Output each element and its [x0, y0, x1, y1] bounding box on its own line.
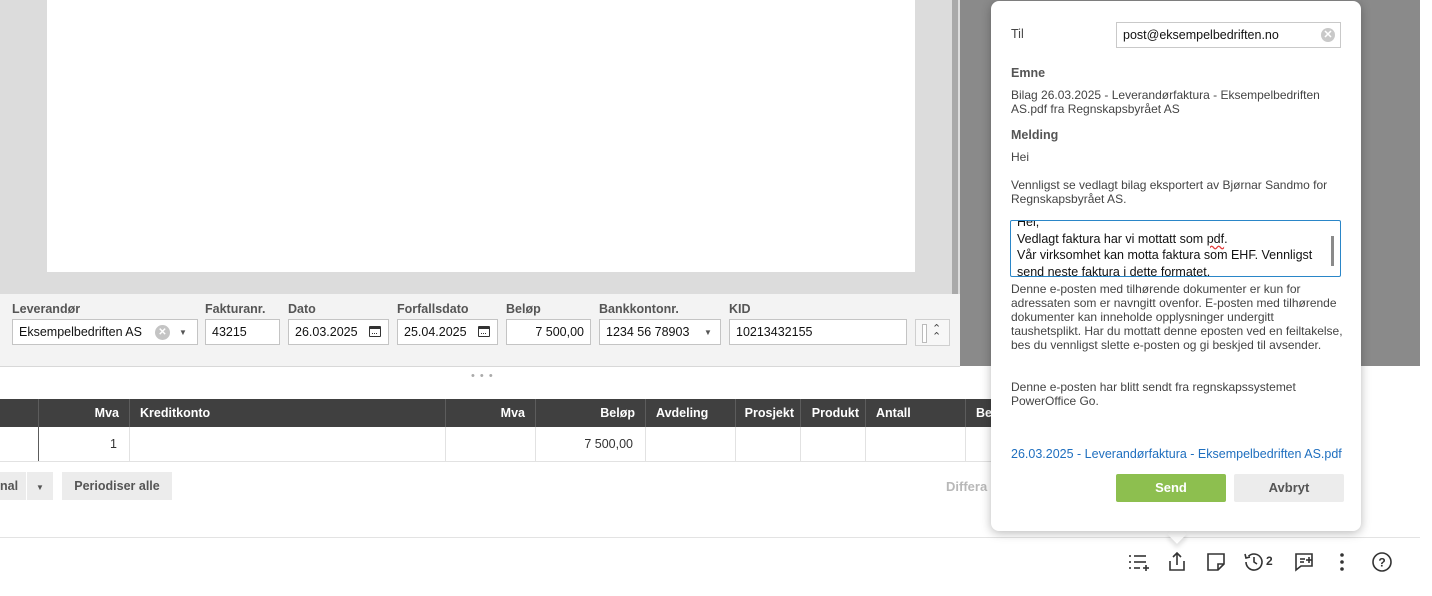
dato-value: 26.03.2025 [295, 325, 358, 339]
handle-icon [922, 324, 927, 343]
share-icon[interactable] [1165, 550, 1189, 574]
belop-input[interactable]: 7 500,00 [506, 319, 591, 345]
produkt-cell[interactable] [801, 427, 866, 461]
bankkontonr-select[interactable]: 1234 56 78903 [599, 319, 721, 345]
leverandor-label: Leverandør [12, 302, 81, 316]
bankkontonr-value: 1234 56 78903 [606, 325, 690, 339]
differanse-label: Differa [946, 479, 988, 494]
greeting-text: Hei [1011, 150, 1030, 164]
forfallsdato-value: 25.04.2025 [404, 325, 467, 339]
note-icon[interactable] [1204, 550, 1228, 574]
kid-label: KID [729, 302, 751, 316]
to-label: Til [1011, 27, 1024, 41]
column-header[interactable]: Antall [866, 399, 966, 427]
subject-text: Bilag 26.03.2025 - Leverandørfaktura - E… [1011, 88, 1320, 116]
document-page [47, 0, 915, 272]
textarea-scrollbar[interactable] [1331, 236, 1334, 266]
cancel-button[interactable]: Avbryt [1234, 474, 1344, 502]
periodiser-alle-button[interactable]: Periodiser alle [62, 472, 172, 500]
kid-input[interactable]: 10213432155 [729, 319, 907, 345]
chevron-down-icon: ▼ [36, 483, 44, 492]
column-header[interactable]: Beløp [536, 399, 646, 427]
clear-icon[interactable]: ✕ [1321, 28, 1335, 42]
resize-handle[interactable]: • • • [471, 370, 494, 382]
forfallsdato-label: Forfallsdato [397, 302, 469, 316]
column-header[interactable]: Produkt [801, 399, 866, 427]
belop-label: Beløp [506, 302, 541, 316]
bottom-toolbar: 2 ? [0, 537, 1420, 586]
table-header: Mva Kreditkonto Mva Beløp Avdeling Prosj… [0, 399, 1000, 427]
chevron-down-icon[interactable]: ▼ [179, 328, 187, 337]
message-textarea[interactable]: Hei, Vedlagt faktura har vi mottatt som … [1010, 220, 1341, 277]
message-line: Hei, [1017, 220, 1040, 229]
spellcheck-word: pdf [1206, 231, 1225, 246]
fakturanr-label: Fakturanr. [205, 302, 266, 316]
chevron-down-icon[interactable]: ▼ [704, 328, 712, 337]
svg-text:?: ? [1378, 556, 1385, 570]
collapse-button[interactable]: ⌃ ⌃ [915, 319, 950, 346]
message-line: Vår virksomhet kan motta faktura som EHF… [1017, 248, 1313, 277]
fakturanr-input[interactable]: 43215 [205, 319, 280, 345]
comment-add-icon[interactable] [1292, 550, 1316, 574]
kid-value: 10213432155 [736, 325, 813, 339]
avdeling-cell[interactable] [646, 427, 736, 461]
column-header[interactable]: Prosjekt [736, 399, 801, 427]
fakturanr-value: 43215 [212, 325, 247, 339]
recipient-value: post@eksempelbedriften.no [1123, 28, 1279, 42]
column-header[interactable]: Mva [446, 399, 536, 427]
prosjekt-cell[interactable] [736, 427, 801, 461]
list-add-icon[interactable] [1126, 550, 1150, 574]
subject-label: Emne [1011, 66, 1046, 80]
message-line: Vedlagt faktura har vi mottatt som pdf. [1017, 231, 1228, 246]
leverandor-select[interactable]: Eksempelbedriften AS [12, 319, 198, 345]
dato-label: Dato [288, 302, 316, 316]
help-icon[interactable]: ? [1370, 550, 1394, 574]
calendar-icon[interactable] [478, 326, 490, 337]
send-button-label: Send [1155, 480, 1187, 495]
leverandor-value: Eksempelbedriften AS [19, 325, 142, 339]
column-header[interactable]: Kreditkonto [130, 399, 446, 427]
intro-text: Vennligst se vedlagt bilag eksportert av… [1011, 178, 1328, 206]
split-dropdown[interactable]: ▼ [27, 472, 53, 500]
split-button[interactable]: nal [0, 472, 26, 500]
more-vertical-icon[interactable] [1330, 550, 1354, 574]
split-button-label: nal [0, 479, 19, 493]
cancel-button-label: Avbryt [1268, 480, 1310, 495]
recipient-input[interactable]: post@eksempelbedriften.no [1116, 22, 1341, 48]
periodiser-alle-label: Periodiser alle [74, 479, 160, 493]
history-icon[interactable] [1242, 550, 1266, 574]
belop-cell[interactable]: 7 500,00 [536, 427, 646, 461]
belop-value: 7 500,00 [535, 325, 584, 339]
footer-text: Denne e-posten har blitt sendt fra regns… [1011, 380, 1296, 408]
kreditkonto-cell[interactable] [130, 427, 446, 461]
mva-cell[interactable] [446, 427, 536, 461]
attachment-link[interactable]: 26.03.2025 - Leverandørfaktura - Eksempe… [1011, 447, 1342, 461]
bankkontonr-label: Bankkontonr. [599, 302, 679, 316]
chevron-up-icon: ⌃ ⌃ [932, 323, 942, 343]
history-count: 2 [1266, 554, 1273, 568]
column-header[interactable]: Avdeling [646, 399, 736, 427]
viewer-scrollbar[interactable] [952, 0, 958, 294]
message-label: Melding [1011, 128, 1059, 142]
disclaimer-text: Denne e-posten med tilhørende dokumenter… [1011, 282, 1343, 352]
calendar-icon[interactable] [369, 326, 381, 337]
column-header[interactable]: Mva [0, 399, 130, 427]
table-row[interactable]: 1 7 500,00 [0, 427, 1000, 462]
mva-cell[interactable]: 1 [0, 427, 130, 461]
antall-cell[interactable] [866, 427, 966, 461]
send-button[interactable]: Send [1116, 474, 1226, 502]
clear-icon[interactable]: ✕ [155, 325, 170, 340]
